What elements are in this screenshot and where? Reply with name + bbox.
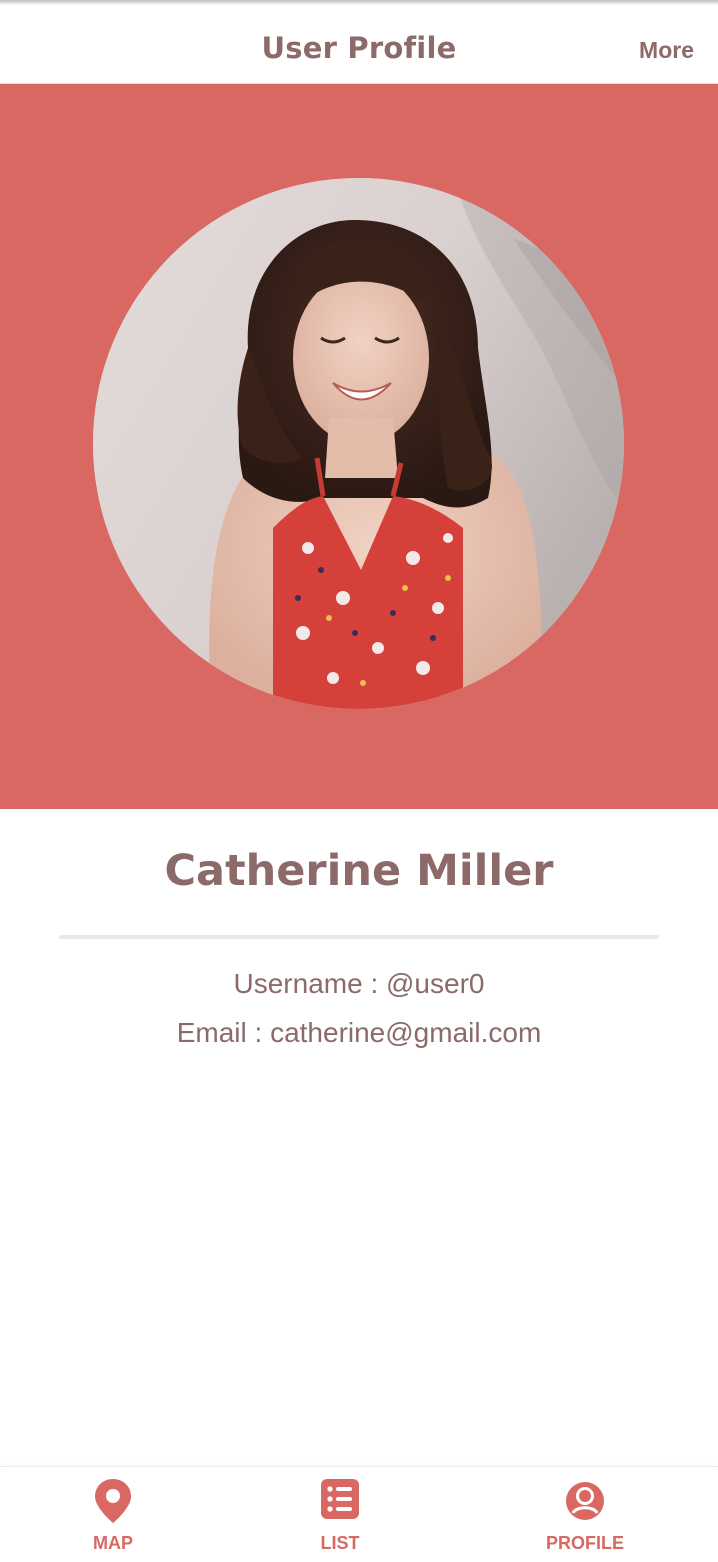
tab-profile-label: PROFILE [545, 1533, 624, 1553]
bottom-tab-bar: MAP LIST PROFILE [0, 1466, 718, 1562]
list-icon [320, 1477, 360, 1526]
tab-list-label: LIST [320, 1533, 360, 1553]
tab-map-label: MAP [93, 1533, 133, 1553]
top-app-bar: User Profile More [0, 5, 718, 84]
email-text: Email : catherine@gmail.com [176, 1017, 542, 1048]
divider [59, 935, 659, 939]
profile-photo [93, 178, 624, 709]
profile-hero [0, 84, 718, 809]
map-pin-icon [93, 1477, 133, 1530]
username-text: Username : @user0 [233, 968, 485, 999]
user-circle-icon [565, 1481, 605, 1526]
profile-name: Catherine Miller [164, 846, 554, 896]
more-button[interactable]: More [639, 37, 694, 64]
tab-profile[interactable]: PROFILE [505, 1467, 665, 1562]
tab-list[interactable]: LIST [260, 1467, 420, 1562]
page-title: User Profile [261, 31, 457, 65]
tab-map[interactable]: MAP [33, 1467, 193, 1562]
